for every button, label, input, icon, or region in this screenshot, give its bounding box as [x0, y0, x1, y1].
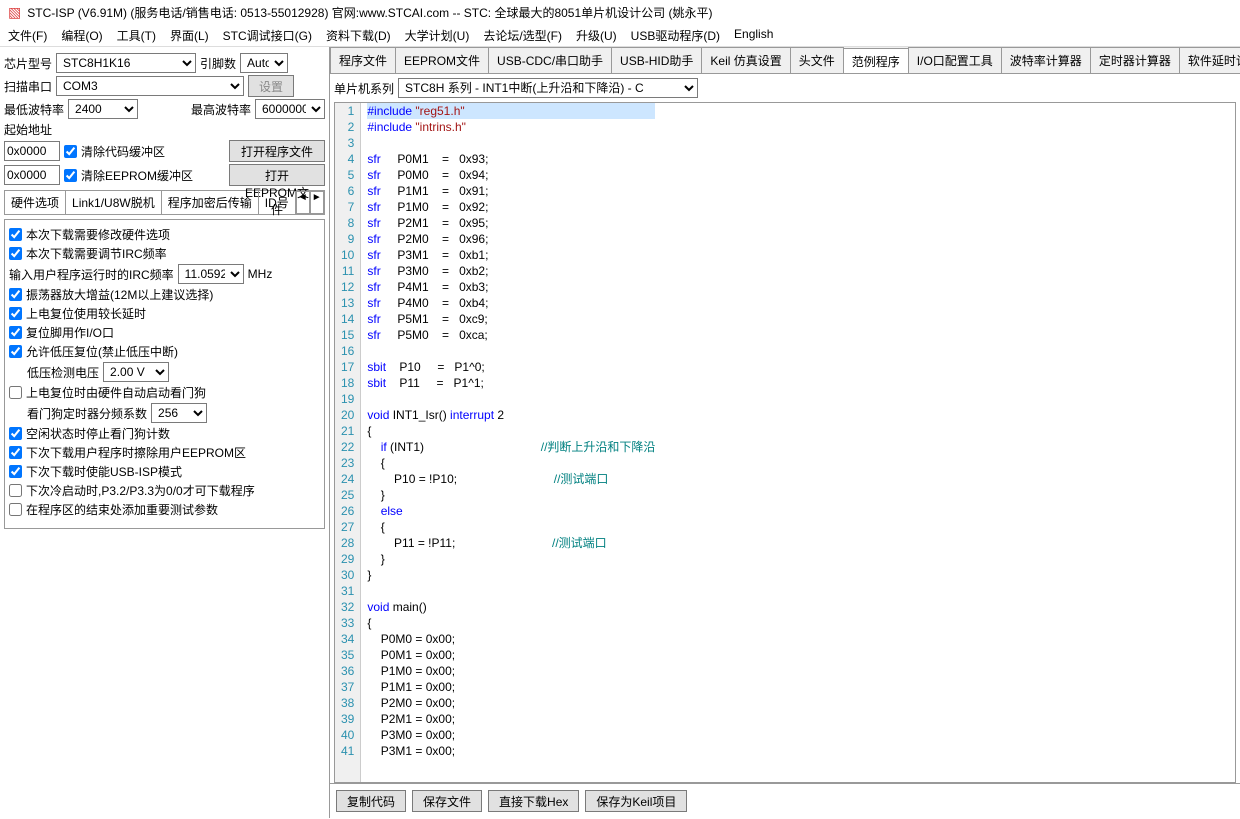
minbaud-select[interactable]: 2400 [68, 99, 138, 119]
left-subtabs: 硬件选项Link1/U8W脱机程序加密后传输ID号◄► [4, 190, 325, 215]
port-label: 扫描串口 [4, 78, 52, 95]
menu-item[interactable]: 界面(L) [170, 27, 209, 44]
hw-resetio-checkbox[interactable]: 复位脚用作I/O口 [9, 324, 320, 341]
open-program-button[interactable]: 打开程序文件 [229, 140, 325, 162]
tab[interactable]: USB-CDC/串口助手 [488, 47, 612, 73]
tab[interactable]: EEPROM文件 [395, 47, 489, 73]
tab[interactable]: 程序文件 [330, 47, 396, 73]
port-select[interactable]: COM3 [56, 76, 244, 96]
tab[interactable]: 波特率计算器 [1001, 47, 1091, 73]
app-title: STC-ISP (V6.91M) (服务电话/销售电话: 0513-550129… [27, 4, 712, 21]
minbaud-label: 最低波特率 [4, 101, 64, 118]
menu-item[interactable]: USB驱动程序(D) [631, 27, 720, 44]
hw-idle-checkbox[interactable]: 空闲状态时停止看门狗计数 [9, 425, 320, 442]
bottom-button[interactable]: 复制代码 [336, 790, 406, 812]
hw-cold-checkbox[interactable]: 下次冷启动时,P3.2/P3.3为0/0才可下载程序 [9, 482, 320, 499]
tab[interactable]: 范例程序 [843, 48, 909, 74]
tab[interactable]: 软件延时计算器 [1179, 47, 1240, 73]
tab[interactable]: I/O口配置工具 [908, 47, 1002, 73]
tab[interactable]: USB-HID助手 [611, 47, 702, 73]
menu-item[interactable]: 去论坛/选型(F) [483, 27, 562, 44]
hw-lvr-checkbox[interactable]: 允许低压复位(禁止低压中断) [9, 343, 320, 360]
bottom-button[interactable]: 保存为Keil项目 [585, 790, 687, 812]
hw-delay-checkbox[interactable]: 上电复位使用较长延时 [9, 305, 320, 322]
tab[interactable]: 头文件 [790, 47, 844, 73]
menu-item[interactable]: 大学计划(U) [405, 27, 470, 44]
menu-item[interactable]: 编程(O) [61, 27, 102, 44]
pin-select[interactable]: Auto [240, 53, 288, 73]
hw-irc-checkbox[interactable]: 本次下载需要调节IRC频率 [9, 245, 320, 262]
hw-gain-checkbox[interactable]: 振荡器放大增益(12M以上建议选择) [9, 286, 320, 303]
clear-eeprom-checkbox[interactable]: 清除EEPROM缓冲区 [64, 167, 193, 184]
wd-select[interactable]: 256 [151, 403, 207, 423]
hw-usbisp-checkbox[interactable]: 下次下载时使能USB-ISP模式 [9, 463, 320, 480]
menu-item[interactable]: 升级(U) [576, 27, 617, 44]
app-icon: ▧ [8, 4, 21, 21]
hardware-options: 本次下载需要修改硬件选项 本次下载需要调节IRC频率 输入用户程序运行时的IRC… [4, 219, 325, 529]
lvd-select[interactable]: 2.00 V [103, 362, 169, 382]
hw-modify-checkbox[interactable]: 本次下载需要修改硬件选项 [9, 226, 320, 243]
right-panel: 程序文件EEPROM文件USB-CDC/串口助手USB-HID助手Keil 仿真… [330, 47, 1240, 818]
bottom-button[interactable]: 保存文件 [412, 790, 482, 812]
subtab[interactable]: ID号 [259, 191, 296, 214]
subtab[interactable]: 硬件选项 [5, 191, 66, 214]
irc-label: 输入用户程序运行时的IRC频率 [9, 266, 174, 283]
lvd-label: 低压检测电压 [27, 364, 99, 381]
title-bar: ▧ STC-ISP (V6.91M) (服务电话/销售电话: 0513-5501… [0, 0, 1240, 25]
subtab[interactable]: 程序加密后传输 [162, 191, 259, 214]
menu-bar: 文件(F) 编程(O) 工具(T) 界面(L) STC调试接口(G) 资料下载(D) 大学计… [0, 25, 1240, 47]
hw-erase-checkbox[interactable]: 下次下载用户程序时擦除用户EEPROM区 [9, 444, 320, 461]
bottom-button[interactable]: 直接下载Hex [488, 790, 579, 812]
tab[interactable]: 定时器计算器 [1090, 47, 1180, 73]
mhz-label: MHz [248, 267, 273, 281]
hw-testparam-checkbox[interactable]: 在程序区的结束处添加重要测试参数 [9, 501, 320, 518]
clear-code-checkbox[interactable]: 清除代码缓冲区 [64, 143, 165, 160]
addr1-input[interactable] [4, 141, 60, 161]
scroll-right-icon[interactable]: ► [310, 191, 324, 214]
hw-wdt-checkbox[interactable]: 上电复位时由硬件自动启动看门狗 [9, 384, 320, 401]
subtab[interactable]: Link1/U8W脱机 [66, 191, 162, 214]
line-gutter: 1234567891011121314151617181920212223242… [335, 103, 361, 782]
menu-item[interactable]: English [734, 27, 773, 44]
code-lines: #include "reg51.h"#include "intrins.h" s… [361, 103, 661, 782]
menu-item[interactable]: 资料下载(D) [326, 27, 391, 44]
maxbaud-select[interactable]: 6000000 [255, 99, 325, 119]
settings-button[interactable]: 设置 [248, 75, 294, 97]
tab[interactable]: Keil 仿真设置 [701, 47, 790, 73]
scroll-left-icon[interactable]: ◄ [296, 191, 310, 214]
right-tabs: 程序文件EEPROM文件USB-CDC/串口助手USB-HID助手Keil 仿真… [330, 47, 1240, 74]
chip-label: 芯片型号 [4, 55, 52, 72]
wd-label: 看门狗定时器分频系数 [27, 405, 147, 422]
left-panel: 芯片型号 STC8H1K16 引脚数 Auto 扫描串口 COM3 设置 最低波… [0, 47, 330, 818]
code-viewer[interactable]: 1234567891011121314151617181920212223242… [334, 102, 1236, 783]
startaddr-label: 起始地址 [4, 121, 52, 138]
maxbaud-label: 最高波特率 [191, 101, 251, 118]
irc-select[interactable]: 11.0592 [178, 264, 244, 284]
chip-select[interactable]: STC8H1K16 [56, 53, 196, 73]
menu-item[interactable]: STC调试接口(G) [223, 27, 312, 44]
menu-item[interactable]: 工具(T) [117, 27, 156, 44]
menu-item[interactable]: 文件(F) [8, 27, 47, 44]
open-eeprom-button[interactable]: 打开EEPROM文件 [229, 164, 325, 186]
bottom-bar: 复制代码保存文件直接下载Hex 保存为Keil项目 [330, 783, 1240, 818]
pin-label: 引脚数 [200, 55, 236, 72]
series-label: 单片机系列 [334, 80, 394, 97]
addr2-input[interactable] [4, 165, 60, 185]
series-select[interactable]: STC8H 系列 - INT1中断(上升沿和下降沿) - C [398, 78, 698, 98]
